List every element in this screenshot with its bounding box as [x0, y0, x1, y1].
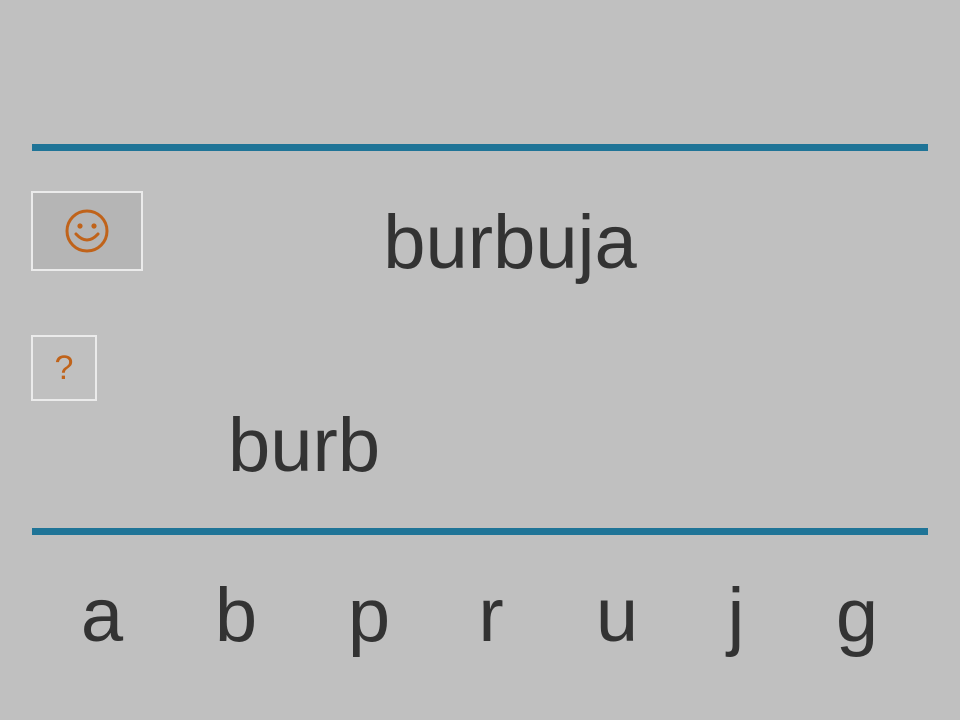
letter-choice-p[interactable]: p — [334, 578, 404, 654]
letter-choice-a[interactable]: a — [67, 578, 137, 654]
letter-choice-b[interactable]: b — [201, 578, 271, 654]
letter-choice-r[interactable]: r — [456, 578, 526, 654]
typed-word: burb — [228, 403, 381, 488]
smiley-button[interactable] — [31, 191, 143, 271]
help-label: ? — [54, 349, 74, 387]
bottom-divider — [32, 528, 928, 535]
letter-choice-j[interactable]: j — [701, 578, 771, 654]
target-word: burbuja — [383, 200, 637, 285]
smiley-icon — [65, 209, 109, 253]
help-button[interactable]: ? — [31, 335, 97, 401]
letter-choice-g[interactable]: g — [822, 578, 892, 654]
letter-choice-u[interactable]: u — [582, 578, 652, 654]
top-divider — [32, 144, 928, 151]
letter-choices: a b p r u j g — [0, 578, 960, 668]
